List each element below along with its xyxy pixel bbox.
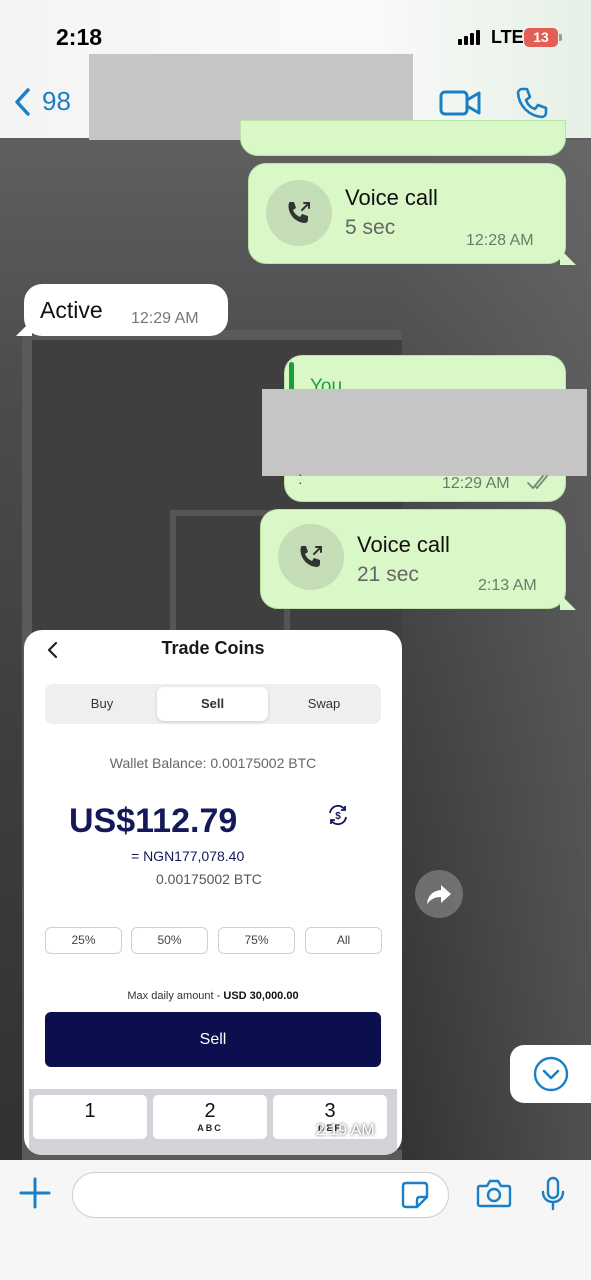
unread-count: 98: [42, 86, 71, 116]
reply-quote-bar: [289, 362, 294, 392]
battery-tip: [559, 34, 562, 41]
scroll-to-bottom-button[interactable]: [510, 1045, 591, 1103]
message-text: Active: [40, 297, 103, 323]
message-input[interactable]: [72, 1172, 449, 1218]
camera-icon[interactable]: [476, 1178, 512, 1208]
chevron-left-icon: [15, 87, 30, 116]
sticker-icon[interactable]: [400, 1180, 430, 1210]
call-icon-circle: [266, 180, 332, 246]
key-number: 1: [84, 1100, 96, 1122]
network-label: LTE: [491, 27, 524, 47]
key-number: 2: [204, 1100, 216, 1122]
message-time: 2:19 AM: [316, 1122, 375, 1139]
call-duration: 21 sec: [357, 563, 419, 586]
back-button[interactable]: 98: [12, 86, 71, 117]
message-time: 12:29 AM: [131, 310, 199, 327]
call-title: Voice call: [345, 185, 438, 210]
trade-title: Trade Coins: [161, 638, 265, 658]
max-daily-amount: Max daily amount - USD 30,000.00: [24, 990, 402, 1002]
call-icon-circle: [278, 524, 344, 590]
message-time: 12:28 AM: [466, 232, 534, 249]
phone-call-icon[interactable]: [515, 86, 549, 120]
tab-buy: Buy: [90, 696, 114, 711]
chevron-down-circle-icon: [533, 1056, 568, 1092]
message-time: 2:13 AM: [478, 577, 537, 594]
svg-text:$: $: [335, 811, 341, 822]
usd-amount: US$112.79: [69, 802, 238, 840]
sell-button: Sell: [45, 1012, 381, 1067]
wallet-balance: Wallet Balance: 0.00175002 BTC: [109, 755, 317, 771]
percent-75-button: 75%: [218, 927, 295, 954]
percent-all-button: All: [305, 927, 382, 954]
microphone-icon[interactable]: [540, 1176, 566, 1212]
max-daily-label: Max daily amount -: [127, 990, 224, 1002]
max-daily-value: USD 30,000.00: [223, 990, 299, 1002]
key-1: 1: [33, 1095, 147, 1139]
percent-50-button: 50%: [131, 927, 208, 954]
signal-icon: [458, 30, 480, 45]
wallpaper-light: [391, 140, 591, 1160]
status-time: 2:18: [56, 24, 103, 50]
image-message[interactable]: Trade Coins Buy Sell Swap Wallet Balance…: [24, 630, 402, 1155]
currency-swap-icon: $: [329, 804, 347, 826]
tab-swap: Swap: [307, 696, 341, 711]
more-dots: · ·: [298, 466, 304, 490]
message-time: 12:29 AM: [442, 475, 510, 492]
read-check-icon: [527, 475, 548, 490]
trade-segmented-control: Buy Sell Swap: [45, 684, 381, 724]
ngn-amount: = NGN177,078.40: [131, 848, 245, 864]
call-duration: 5 sec: [345, 216, 396, 239]
outgoing-call-icon: [300, 546, 322, 567]
tab-sell: Sell: [157, 687, 268, 721]
forward-button[interactable]: [415, 870, 463, 918]
call-title: Voice call: [357, 532, 450, 557]
redacted-message: [262, 389, 587, 476]
battery-icon: 13: [524, 28, 558, 47]
message-bubble-partial[interactable]: [240, 120, 566, 156]
plus-icon[interactable]: [18, 1176, 52, 1210]
outgoing-call-icon: [288, 202, 310, 223]
key-number: 3: [324, 1100, 336, 1122]
btc-amount: 0.00175002 BTC: [156, 871, 262, 887]
key-letters: ABC: [197, 1123, 223, 1133]
forward-icon: [427, 885, 451, 904]
video-call-icon[interactable]: [439, 88, 481, 118]
key-2: 2 ABC: [153, 1095, 267, 1139]
percent-25-button: 25%: [45, 927, 122, 954]
